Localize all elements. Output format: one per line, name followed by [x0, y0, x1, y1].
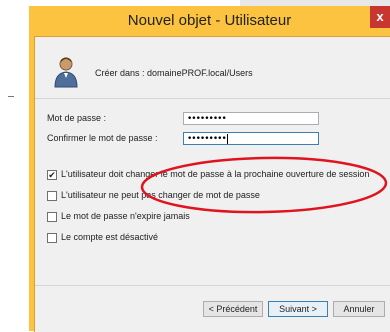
confirm-password-input[interactable]: ••••••••• [183, 132, 319, 145]
option-label: L'utilisateur ne peut pas changer de mot… [61, 190, 260, 200]
password-input[interactable]: ••••••••• [183, 112, 319, 125]
close-button[interactable]: x [370, 6, 390, 28]
next-button[interactable]: Suivant > [268, 301, 328, 317]
option-label: Le mot de passe n'expire jamais [61, 211, 190, 221]
create-in-path: domainePROF.local/Users [147, 68, 253, 78]
checkbox-cannot-change-password[interactable] [47, 191, 57, 201]
dialog-title: Nouvel objet - Utilisateur [127, 12, 292, 29]
back-button[interactable]: < Précédent [203, 301, 263, 317]
password-value: ••••••••• [187, 114, 227, 124]
option-label: L'utilisateur doit changer le mot de pas… [61, 169, 370, 179]
dialog-titlebar[interactable]: Nouvel objet - Utilisateur x [29, 6, 390, 36]
header-separator [35, 98, 390, 99]
background-mark [8, 96, 14, 97]
new-user-dialog: Nouvel objet - Utilisateur x Créer dans … [29, 6, 390, 332]
checkbox-account-disabled[interactable] [47, 233, 57, 243]
password-label: Mot de passe : [47, 113, 107, 123]
footer-separator [35, 285, 390, 286]
option-label: Le compte est désactivé [61, 232, 159, 242]
user-icon [54, 57, 78, 88]
text-caret [226, 133, 228, 144]
create-in-text: Créer dans : domainePROF.local/Users [95, 68, 253, 78]
confirm-password-label: Confirmer le mot de passe : [47, 133, 158, 143]
cancel-button[interactable]: Annuler [333, 301, 385, 317]
confirm-password-value: ••••••••• [187, 134, 227, 144]
dialog-client-area: Créer dans : domainePROF.local/Users Mot… [34, 36, 390, 332]
checkbox-must-change-password[interactable]: ✔ [47, 170, 57, 180]
create-in-label: Créer dans : [95, 68, 145, 78]
checkbox-password-never-expires[interactable] [47, 212, 57, 222]
